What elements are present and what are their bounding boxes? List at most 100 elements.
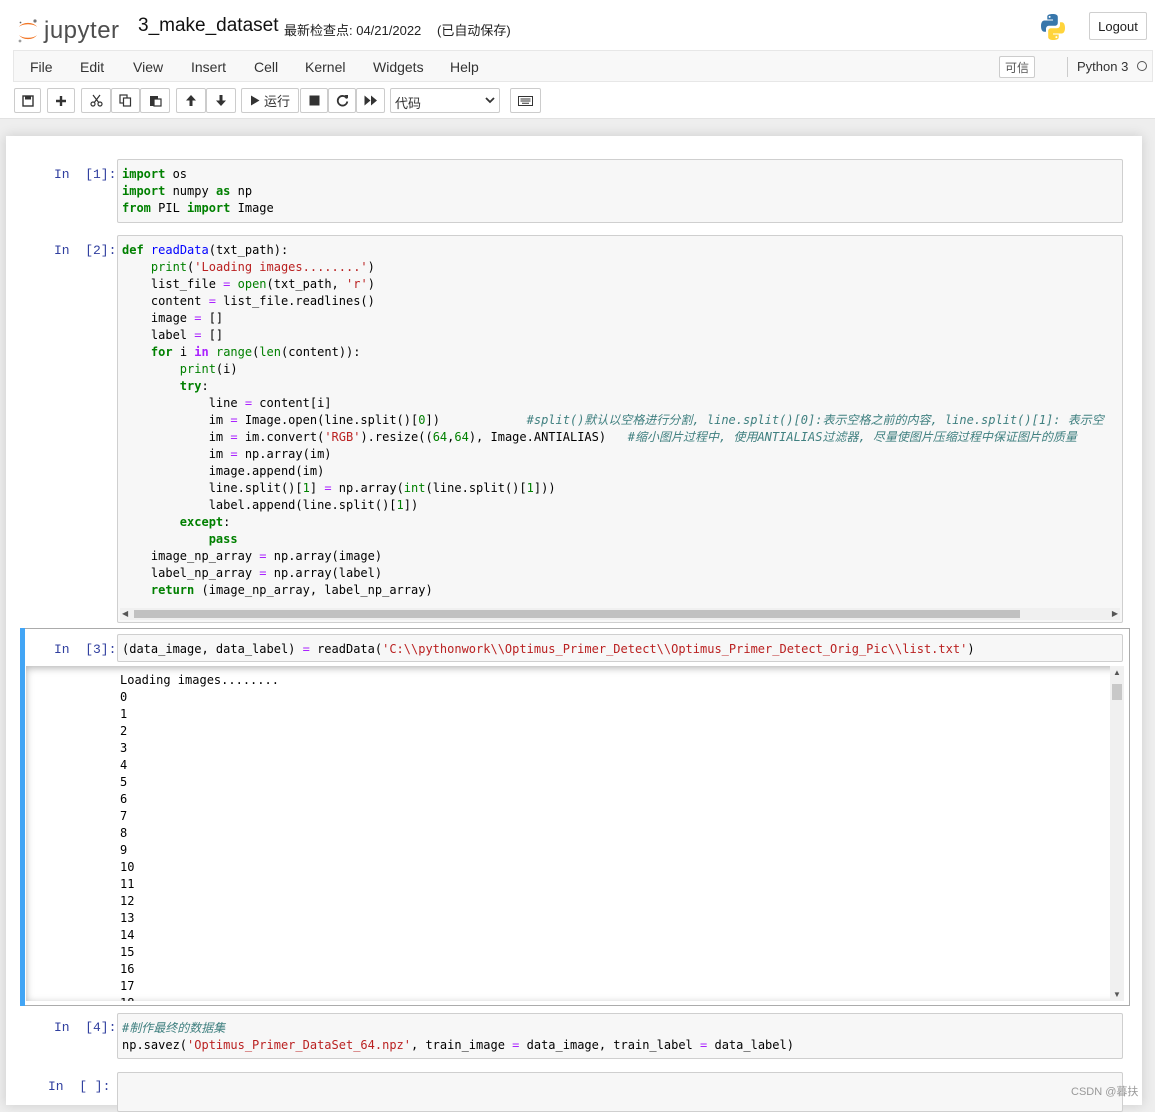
cell-1-prompt: In [1]: <box>54 167 117 182</box>
scrollbar-thumb[interactable] <box>1112 684 1122 700</box>
run-button[interactable]: 运行 <box>241 88 299 113</box>
restart-icon <box>336 95 348 107</box>
output-line: 7 <box>120 809 128 823</box>
cell-3-code: (data_image, data_label) = readData('C:\… <box>122 641 975 658</box>
selected-cell-indicator <box>20 628 25 1006</box>
output-line: 12 <box>120 894 135 908</box>
code-line: im = im.convert('RGB').resize((64,64), I… <box>122 430 1077 444</box>
code-line: #制作最终的数据集 <box>122 1021 226 1035</box>
output-line: 0 <box>120 690 128 704</box>
cell-4-prompt: In [4]: <box>54 1020 117 1035</box>
menu-file[interactable]: File <box>30 59 53 75</box>
output-line: 3 <box>120 741 128 755</box>
output-line: 1 <box>120 707 128 721</box>
code-line: line = content[i] <box>122 396 332 410</box>
output-line: 13 <box>120 911 135 925</box>
code-line: label_np_array = np.array(label) <box>122 566 383 580</box>
move-down-button[interactable] <box>206 88 236 113</box>
jupyter-logo-icon <box>18 19 37 43</box>
jupyter-logo[interactable]: jupyter <box>16 16 126 46</box>
arrow-down-icon <box>216 95 226 106</box>
code-line: image_np_array = np.array(image) <box>122 549 383 563</box>
trusted-indicator[interactable]: 可信 <box>999 56 1035 78</box>
cell-2-code: def readData(txt_path): print('Loading i… <box>122 242 1104 599</box>
save-icon <box>21 94 34 107</box>
code-line: from PIL import Image <box>122 201 274 215</box>
top-bar: jupyter 3_make_dataset 最新检查点: 04/21/2022… <box>0 0 1155 119</box>
code-line: image = [] <box>122 311 224 325</box>
interrupt-button[interactable] <box>300 88 328 113</box>
scroll-right-icon[interactable]: ▶ <box>1112 609 1118 618</box>
menu-widgets[interactable]: Widgets <box>373 59 424 75</box>
menu-insert[interactable]: Insert <box>191 59 226 75</box>
save-button[interactable] <box>14 88 41 113</box>
code-line: try: <box>179 379 209 393</box>
output-line: Loading images........ <box>120 673 279 687</box>
code-line: for i in range(len(content)): <box>150 345 361 359</box>
code-line: im = Image.open(line.split()[0]) #split(… <box>122 413 1104 427</box>
python-logo-icon <box>1041 14 1065 40</box>
vertical-scrollbar[interactable]: ▲ ▼ <box>1110 666 1124 1001</box>
cell-type-select[interactable]: 代码 <box>390 88 500 113</box>
keyboard-icon <box>518 95 533 106</box>
code-line: print(i) <box>179 362 238 376</box>
horizontal-scrollbar[interactable]: ◀ ▶ <box>120 608 1120 620</box>
code-line: def readData(txt_path): <box>122 243 289 257</box>
code-line: line.split()[1] = np.array(int(line.spli… <box>122 481 556 495</box>
cell-5-prompt: In [ ]: <box>48 1079 111 1094</box>
menu-help[interactable]: Help <box>450 59 479 75</box>
menu-edit[interactable]: Edit <box>80 59 104 75</box>
move-up-button[interactable] <box>176 88 206 113</box>
output-line: 8 <box>120 826 128 840</box>
cut-button[interactable] <box>81 88 111 113</box>
scroll-left-icon[interactable]: ◀ <box>122 609 128 618</box>
output-line: 4 <box>120 758 128 772</box>
menu-bar: File Edit View Insert Cell Kernel Widget… <box>13 50 1153 82</box>
cell-type-value: 代码 <box>395 96 422 111</box>
cell-4-code: #制作最终的数据集 np.savez('Optimus_Primer_DataS… <box>122 1020 794 1054</box>
cell-2-input[interactable]: def readData(txt_path): print('Loading i… <box>117 235 1123 623</box>
menu-cell[interactable]: Cell <box>254 59 278 75</box>
cell-1-input[interactable]: import os import numpy as np from PIL im… <box>117 159 1123 223</box>
code-line: pass <box>208 532 238 546</box>
command-palette-button[interactable] <box>510 88 541 113</box>
code-line: import os <box>122 167 188 181</box>
output-line: 17 <box>120 979 135 993</box>
menu-view[interactable]: View <box>133 59 163 75</box>
code-line: np.savez('Optimus_Primer_DataSet_64.npz'… <box>122 1038 794 1052</box>
cell-2-prompt: In [2]: <box>54 243 117 258</box>
output-line: 18 <box>120 996 134 1001</box>
restart-run-all-button[interactable] <box>356 88 385 113</box>
output-line: 15 <box>120 945 135 959</box>
run-icon <box>250 95 260 106</box>
output-line: 16 <box>120 962 135 976</box>
output-line: 11 <box>120 877 135 891</box>
copy-button[interactable] <box>111 88 140 113</box>
menu-kernel[interactable]: Kernel <box>305 59 345 75</box>
scroll-down-icon[interactable]: ▼ <box>1113 990 1121 999</box>
cell-4-input[interactable]: #制作最终的数据集 np.savez('Optimus_Primer_DataS… <box>117 1013 1123 1059</box>
scroll-up-icon[interactable]: ▲ <box>1113 668 1121 677</box>
copy-icon <box>119 94 132 107</box>
output-line: 14 <box>120 928 135 942</box>
cell-3-input[interactable]: (data_image, data_label) = readData('C:\… <box>117 634 1123 662</box>
plus-icon <box>56 95 66 106</box>
logo-text: jupyter <box>44 17 120 44</box>
header: jupyter 3_make_dataset 最新检查点: 04/21/2022… <box>0 8 1155 48</box>
output-line: 2 <box>120 724 128 738</box>
cell-3-output[interactable]: Loading images........ 0 1 2 3 4 5 6 7 8… <box>26 666 1124 1001</box>
insert-cell-button[interactable] <box>47 88 75 113</box>
stop-icon <box>309 95 319 106</box>
paste-button[interactable] <box>140 88 170 113</box>
autosave-status: (已自动保存) <box>437 23 511 38</box>
restart-button[interactable] <box>328 88 356 113</box>
arrow-up-icon <box>186 95 196 106</box>
cut-icon <box>89 94 103 107</box>
scrollbar-thumb[interactable] <box>134 610 1020 618</box>
output-line: 10 <box>120 860 135 874</box>
logout-button[interactable]: Logout <box>1089 12 1147 40</box>
kernel-idle-indicator <box>1137 61 1147 71</box>
code-line: content = list_file.readlines() <box>122 294 375 308</box>
cell-5-input[interactable] <box>117 1072 1123 1112</box>
notebook-title[interactable]: 3_make_dataset <box>138 15 279 37</box>
